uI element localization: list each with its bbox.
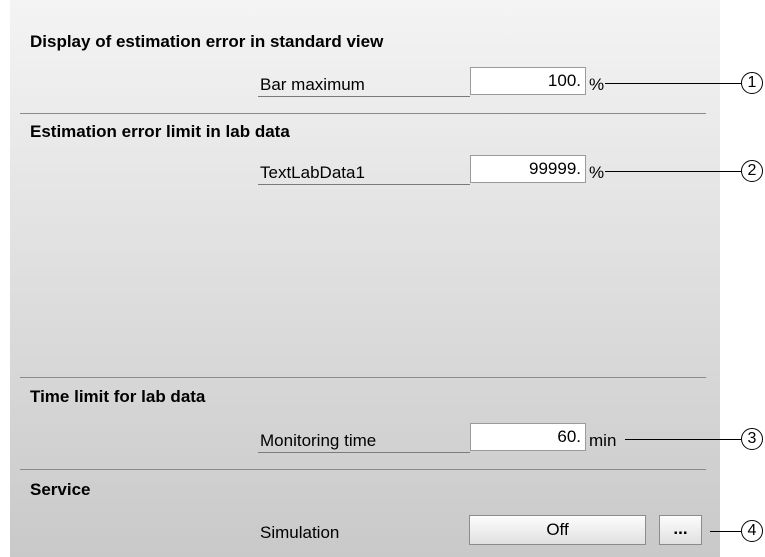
simulation-toggle-button[interactable]: Off bbox=[469, 515, 646, 545]
callout-line-1 bbox=[605, 83, 741, 84]
simulation-more-button[interactable]: ... bbox=[659, 515, 702, 545]
callout-line-2 bbox=[605, 171, 741, 172]
callout-line-3 bbox=[625, 439, 741, 440]
section-title-service: Service bbox=[30, 480, 91, 499]
monitoring-time-input[interactable]: 60. bbox=[470, 423, 586, 451]
callout-marker-4: 4 bbox=[741, 520, 763, 542]
section-title-estimation-error-display: Display of estimation error in standard … bbox=[30, 32, 384, 51]
textlabdata1-input[interactable]: 99999. bbox=[470, 155, 586, 183]
bar-maximum-label: Bar maximum bbox=[260, 75, 365, 94]
callout-line-4 bbox=[710, 531, 741, 532]
section-title-time-limit: Time limit for lab data bbox=[30, 387, 206, 406]
callout-marker-2: 2 bbox=[741, 160, 763, 182]
section-title-estimation-error-limit: Estimation error limit in lab data bbox=[30, 122, 290, 141]
textlabdata1-label: TextLabData1 bbox=[260, 163, 365, 182]
bar-maximum-underline bbox=[258, 96, 470, 97]
callout-marker-3: 3 bbox=[741, 428, 763, 450]
monitoring-time-unit: min bbox=[589, 431, 617, 450]
callout-marker-1: 1 bbox=[741, 72, 763, 94]
section-divider bbox=[20, 469, 706, 470]
bar-maximum-unit: % bbox=[589, 75, 605, 94]
monitoring-time-label: Monitoring time bbox=[260, 431, 377, 450]
textlabdata1-underline bbox=[258, 184, 470, 185]
textlabdata1-unit: % bbox=[589, 163, 605, 182]
monitoring-time-underline bbox=[258, 452, 470, 453]
simulation-label: Simulation bbox=[260, 523, 340, 542]
bar-maximum-input[interactable]: 100. bbox=[470, 67, 586, 95]
section-divider bbox=[20, 113, 706, 114]
section-divider bbox=[20, 377, 706, 378]
